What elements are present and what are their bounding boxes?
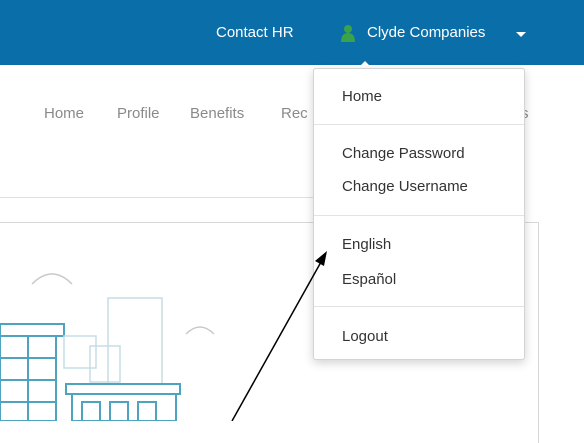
annotation-arrow (231, 251, 327, 421)
